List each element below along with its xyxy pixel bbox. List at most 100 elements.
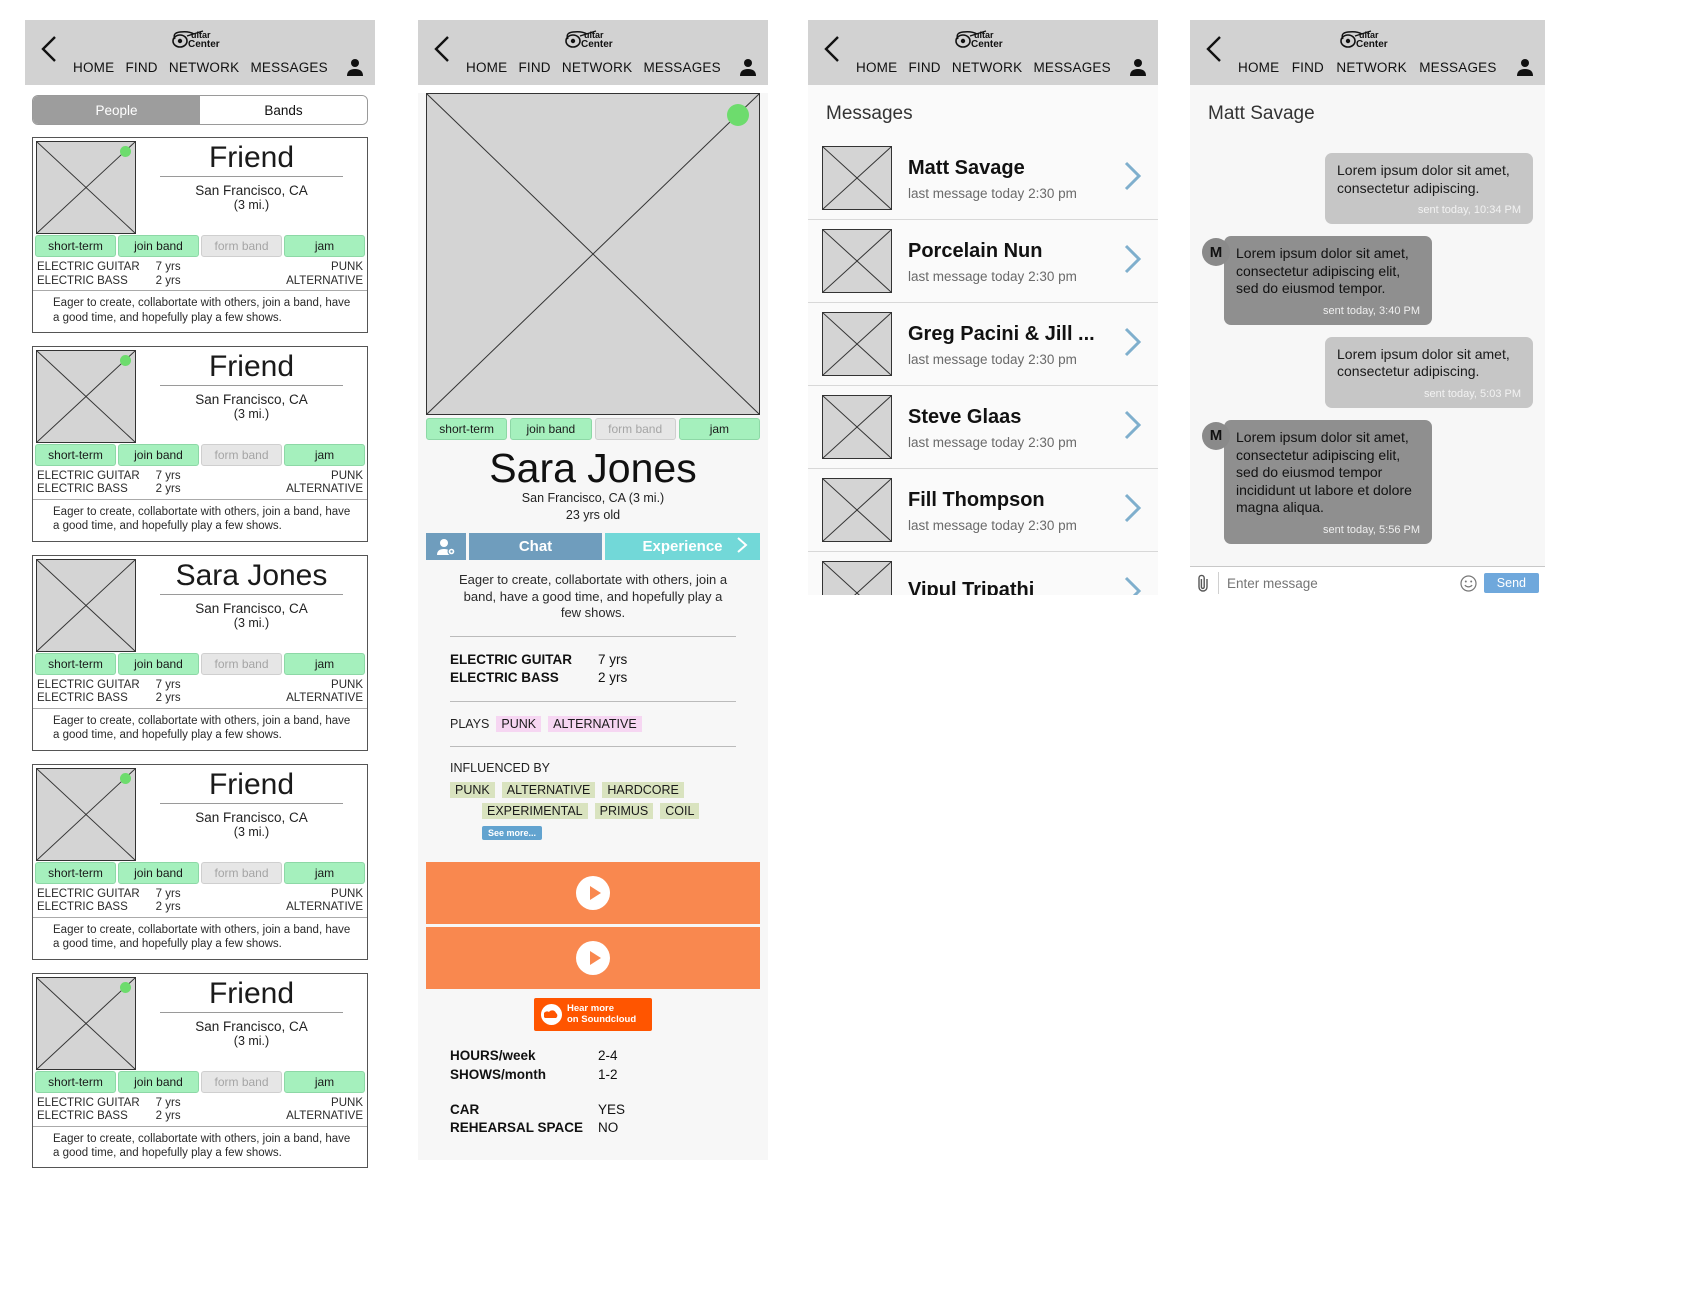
person-icon[interactable] (1515, 57, 1535, 77)
person-name: Friend (208, 976, 295, 1010)
nav-item-messages[interactable]: MESSAGES (250, 60, 327, 75)
intent-tag-jam[interactable]: jam (284, 1070, 365, 1093)
intent-tag-form-band[interactable]: form band (201, 443, 282, 466)
person-card[interactable]: Friend San Francisco, CA (3 mi.) short-term… (32, 137, 368, 333)
influence-chip[interactable]: HARDCORE (602, 782, 684, 799)
nav-item-messages[interactable]: MESSAGES (1033, 60, 1110, 75)
see-more-button[interactable]: See more... (482, 826, 543, 841)
intent-tag-join-band[interactable]: join band (118, 235, 199, 257)
instrument-years: 7 yrs (155, 887, 181, 900)
genre-label: ALTERNATIVE (286, 692, 363, 705)
segment-people[interactable]: People (33, 96, 200, 124)
intent-tag-jam[interactable]: jam (284, 235, 365, 257)
smiley-icon[interactable] (1460, 575, 1477, 592)
intent-tag-short-term[interactable]: short-term (35, 861, 116, 884)
nav-item-home[interactable]: HOME (856, 60, 897, 75)
nav-item-home[interactable]: HOME (466, 60, 507, 75)
svg-text:Center: Center (581, 39, 613, 50)
nav-item-find[interactable]: FIND (908, 60, 940, 75)
conversation-row[interactable]: Porcelain Nun last message today 2:30 pm (808, 220, 1158, 303)
intent-tag-row: short-term join band form band jam (33, 652, 367, 675)
conversation-row[interactable]: Matt Savage last message today 2:30 pm (808, 137, 1158, 220)
nav-item-home[interactable]: HOME (1238, 60, 1279, 75)
chat-button[interactable]: Chat (469, 533, 602, 561)
play-icon[interactable] (576, 876, 610, 911)
play-icon[interactable] (576, 941, 610, 976)
intent-tag-form-band[interactable]: form band (201, 861, 282, 884)
influence-chip[interactable]: EXPERIMENTAL (482, 803, 588, 820)
online-status-dot (120, 981, 131, 993)
nav-item-find[interactable]: FIND (518, 60, 550, 75)
intent-tag-short-term[interactable]: short-term (35, 652, 116, 675)
intent-tag-short-term[interactable]: short-term (35, 443, 116, 466)
intent-tag-join-band[interactable]: join band (118, 652, 199, 675)
chevron-right-icon[interactable] (1122, 242, 1144, 281)
person-icon[interactable] (345, 57, 365, 77)
person-icon[interactable] (738, 57, 758, 77)
person-icon[interactable] (1128, 57, 1148, 77)
person-card[interactable]: Sara Jones San Francisco, CA (3 mi.) short-… (32, 554, 368, 751)
person-card[interactable]: Friend San Francisco, CA (3 mi.) short-term… (32, 972, 368, 1169)
person-card[interactable]: Friend San Francisco, CA (3 mi.) short-term… (32, 763, 368, 960)
back-button[interactable] (39, 34, 59, 64)
back-button[interactable] (1204, 34, 1224, 64)
soundcloud-line2: on Soundcloud (567, 1013, 637, 1025)
nav-item-find[interactable]: FIND (125, 60, 157, 75)
back-button[interactable] (822, 34, 842, 64)
experience-button[interactable]: Experience (605, 533, 760, 561)
person-city: San Francisco, CA (195, 601, 308, 617)
plays-genre-chip[interactable]: ALTERNATIVE (548, 716, 642, 733)
soundcloud-button[interactable]: Hear more on Soundcloud (534, 998, 652, 1032)
genre-label: PUNK (331, 678, 363, 691)
nav-item-home[interactable]: HOME (73, 60, 114, 75)
audio-track-1[interactable] (426, 862, 760, 925)
segment-bands[interactable]: Bands (200, 96, 367, 124)
chevron-right-icon[interactable] (1122, 159, 1144, 198)
back-button[interactable] (432, 34, 452, 64)
nav-item-find[interactable]: FIND (1292, 60, 1324, 75)
paperclip-icon[interactable] (1196, 574, 1211, 593)
add-person-icon[interactable] (426, 533, 466, 561)
intent-tag-form-band[interactable]: form band (201, 235, 282, 257)
profile-intent-tag-short-term[interactable]: short-term (426, 418, 508, 440)
chevron-right-icon[interactable] (1122, 325, 1144, 364)
nav-item-messages[interactable]: MESSAGES (1419, 60, 1496, 75)
nav-item-messages[interactable]: MESSAGES (643, 60, 720, 75)
influence-chip[interactable]: PUNK (450, 782, 495, 799)
intent-tag-short-term[interactable]: short-term (35, 235, 116, 257)
profile-intent-tag-form-band[interactable]: form band (594, 418, 676, 440)
chevron-right-icon[interactable] (1122, 574, 1144, 595)
conversation-row[interactable]: Vipul Tripathi (808, 552, 1158, 595)
influence-chip[interactable]: ALTERNATIVE (501, 782, 596, 799)
profile-influences: INFLUENCED BY PUNK ALTERNATIVE HARDCORE EX… (418, 761, 768, 841)
nav-item-network[interactable]: NETWORK (562, 60, 632, 75)
send-button[interactable]: Send (1483, 573, 1539, 594)
conversation-row[interactable]: Greg Pacini & Jill ... last message today… (808, 303, 1158, 386)
influence-chip[interactable]: PRIMUS (594, 803, 654, 820)
person-card[interactable]: Friend San Francisco, CA (3 mi.) short-term… (32, 345, 368, 542)
nav-item-network[interactable]: NETWORK (952, 60, 1022, 75)
chevron-right-icon[interactable] (1122, 408, 1144, 447)
intent-tag-form-band[interactable]: form band (201, 652, 282, 675)
influence-chip[interactable]: COIL (660, 803, 700, 820)
intent-tag-short-term[interactable]: short-term (35, 1070, 116, 1093)
intent-tag-jam[interactable]: jam (284, 861, 365, 884)
nav-item-network[interactable]: NETWORK (1336, 60, 1406, 75)
audio-track-2[interactable] (426, 927, 760, 990)
intent-tag-join-band[interactable]: join band (118, 443, 199, 466)
intent-tag-join-band[interactable]: join band (118, 861, 199, 884)
chevron-right-icon[interactable] (1122, 491, 1144, 530)
intent-tag-jam[interactable]: jam (284, 652, 365, 675)
plays-genre-chip[interactable]: PUNK (496, 716, 542, 733)
people-bands-segmented-control[interactable]: People Bands (32, 95, 368, 125)
conversation-row[interactable]: Fill Thompson last message today 2:30 pm (808, 469, 1158, 552)
message-input[interactable] (1218, 572, 1453, 595)
nav-item-network[interactable]: NETWORK (169, 60, 239, 75)
intent-tag-join-band[interactable]: join band (118, 1070, 199, 1093)
profile-intent-tag-join-band[interactable]: join band (510, 418, 592, 440)
intent-tag-jam[interactable]: jam (284, 443, 365, 466)
intent-tag-form-band[interactable]: form band (201, 1070, 282, 1093)
profile-intent-tag-jam[interactable]: jam (678, 418, 760, 440)
conversation-row[interactable]: Steve Glaas last message today 2:30 pm (808, 386, 1158, 469)
chat-contact-name: Matt Savage (1208, 103, 1315, 124)
